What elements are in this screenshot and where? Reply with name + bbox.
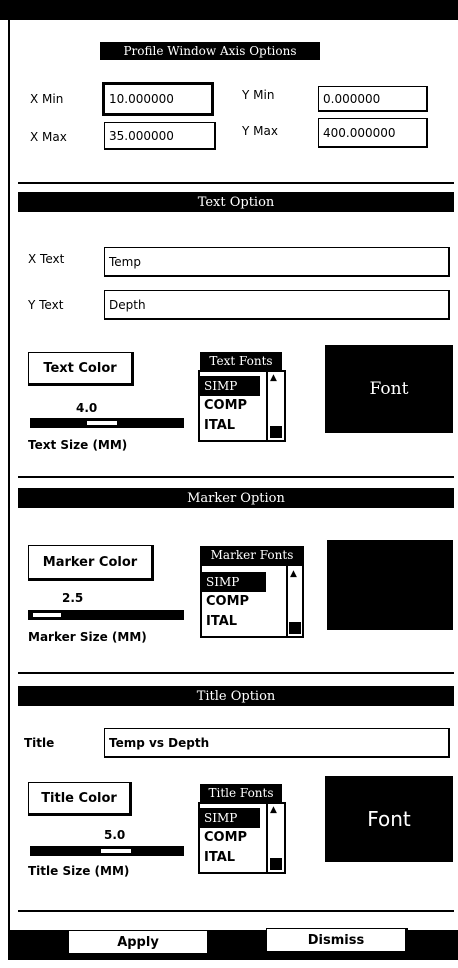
title-size-value: 5.0 <box>104 828 126 842</box>
y-text-label: Y Text <box>28 298 64 312</box>
title-input[interactable]: Temp vs Depth <box>104 728 450 758</box>
scroll-up-icon[interactable]: ▲ <box>270 374 277 383</box>
marker-color-button[interactable]: Marker Color <box>28 545 154 581</box>
title-fonts-title: Title Fonts <box>200 784 282 802</box>
apply-button[interactable]: Apply <box>68 930 210 956</box>
title-size-label: Title Size (MM) <box>28 864 130 878</box>
section-divider <box>18 910 454 912</box>
dismiss-button[interactable]: Dismiss <box>266 928 408 954</box>
title-option-header: Title Option <box>18 686 454 706</box>
scroll-down-icon[interactable] <box>270 426 282 438</box>
text-option-header: Text Option <box>18 192 454 212</box>
x-min-label: X Min <box>30 92 64 106</box>
marker-option-header: Marker Option <box>18 488 454 508</box>
list-item[interactable]: SIMP <box>202 572 266 592</box>
section-divider <box>18 476 454 478</box>
x-text-input[interactable]: Temp <box>104 247 450 277</box>
marker-size-slider-thumb[interactable] <box>32 612 62 618</box>
section-divider <box>18 182 454 184</box>
x-text-label: X Text <box>28 252 65 266</box>
marker-fonts-list[interactable]: SIMP COMP ITAL ▲ <box>200 564 304 638</box>
y-max-label: Y Max <box>242 124 278 138</box>
text-fonts-list[interactable]: SIMP COMP ITAL ▲ <box>198 370 286 442</box>
text-fonts-scrollbar[interactable]: ▲ <box>266 372 284 440</box>
x-max-label: X Max <box>30 130 67 144</box>
y-min-label: Y Min <box>242 88 275 102</box>
scroll-down-icon[interactable] <box>289 622 301 634</box>
y-max-input[interactable]: 400.000000 <box>318 118 428 148</box>
axis-options-title: Profile Window Axis Options <box>100 42 320 60</box>
text-fonts-title: Text Fonts <box>200 352 282 370</box>
text-size-label: Text Size (MM) <box>28 438 128 452</box>
title-fonts-list[interactable]: SIMP COMP ITAL ▲ <box>198 802 286 874</box>
marker-size-value: 2.5 <box>62 591 84 605</box>
y-text-input[interactable]: Depth <box>104 290 450 320</box>
text-font-preview: Font <box>325 345 453 433</box>
marker-size-label: Marker Size (MM) <box>28 630 147 644</box>
title-font-preview: Font <box>325 776 453 862</box>
list-item[interactable]: SIMP <box>200 376 260 396</box>
marker-preview <box>327 540 453 630</box>
marker-fonts-title: Marker Fonts <box>200 546 304 564</box>
text-size-value: 4.0 <box>76 401 98 415</box>
scroll-down-icon[interactable] <box>270 858 282 870</box>
y-min-input[interactable]: 0.000000 <box>318 86 428 112</box>
title-color-button[interactable]: Title Color <box>28 782 132 816</box>
text-color-button[interactable]: Text Color <box>28 352 134 386</box>
title-size-slider[interactable] <box>30 846 184 856</box>
scroll-up-icon[interactable]: ▲ <box>290 570 297 579</box>
title-size-slider-thumb[interactable] <box>100 848 132 854</box>
title-fonts-scrollbar[interactable]: ▲ <box>266 804 284 872</box>
list-item[interactable]: SIMP <box>200 808 260 828</box>
x-min-input[interactable]: 10.000000 <box>102 82 214 116</box>
window-title-bar <box>0 0 458 20</box>
text-size-slider[interactable] <box>30 418 184 428</box>
marker-fonts-scrollbar[interactable]: ▲ <box>286 566 302 636</box>
section-divider <box>18 672 454 674</box>
title-label: Title <box>24 736 55 750</box>
marker-size-slider[interactable] <box>28 610 184 620</box>
scroll-up-icon[interactable]: ▲ <box>270 806 277 815</box>
x-max-input[interactable]: 35.000000 <box>104 122 216 150</box>
text-size-slider-thumb[interactable] <box>86 420 118 426</box>
